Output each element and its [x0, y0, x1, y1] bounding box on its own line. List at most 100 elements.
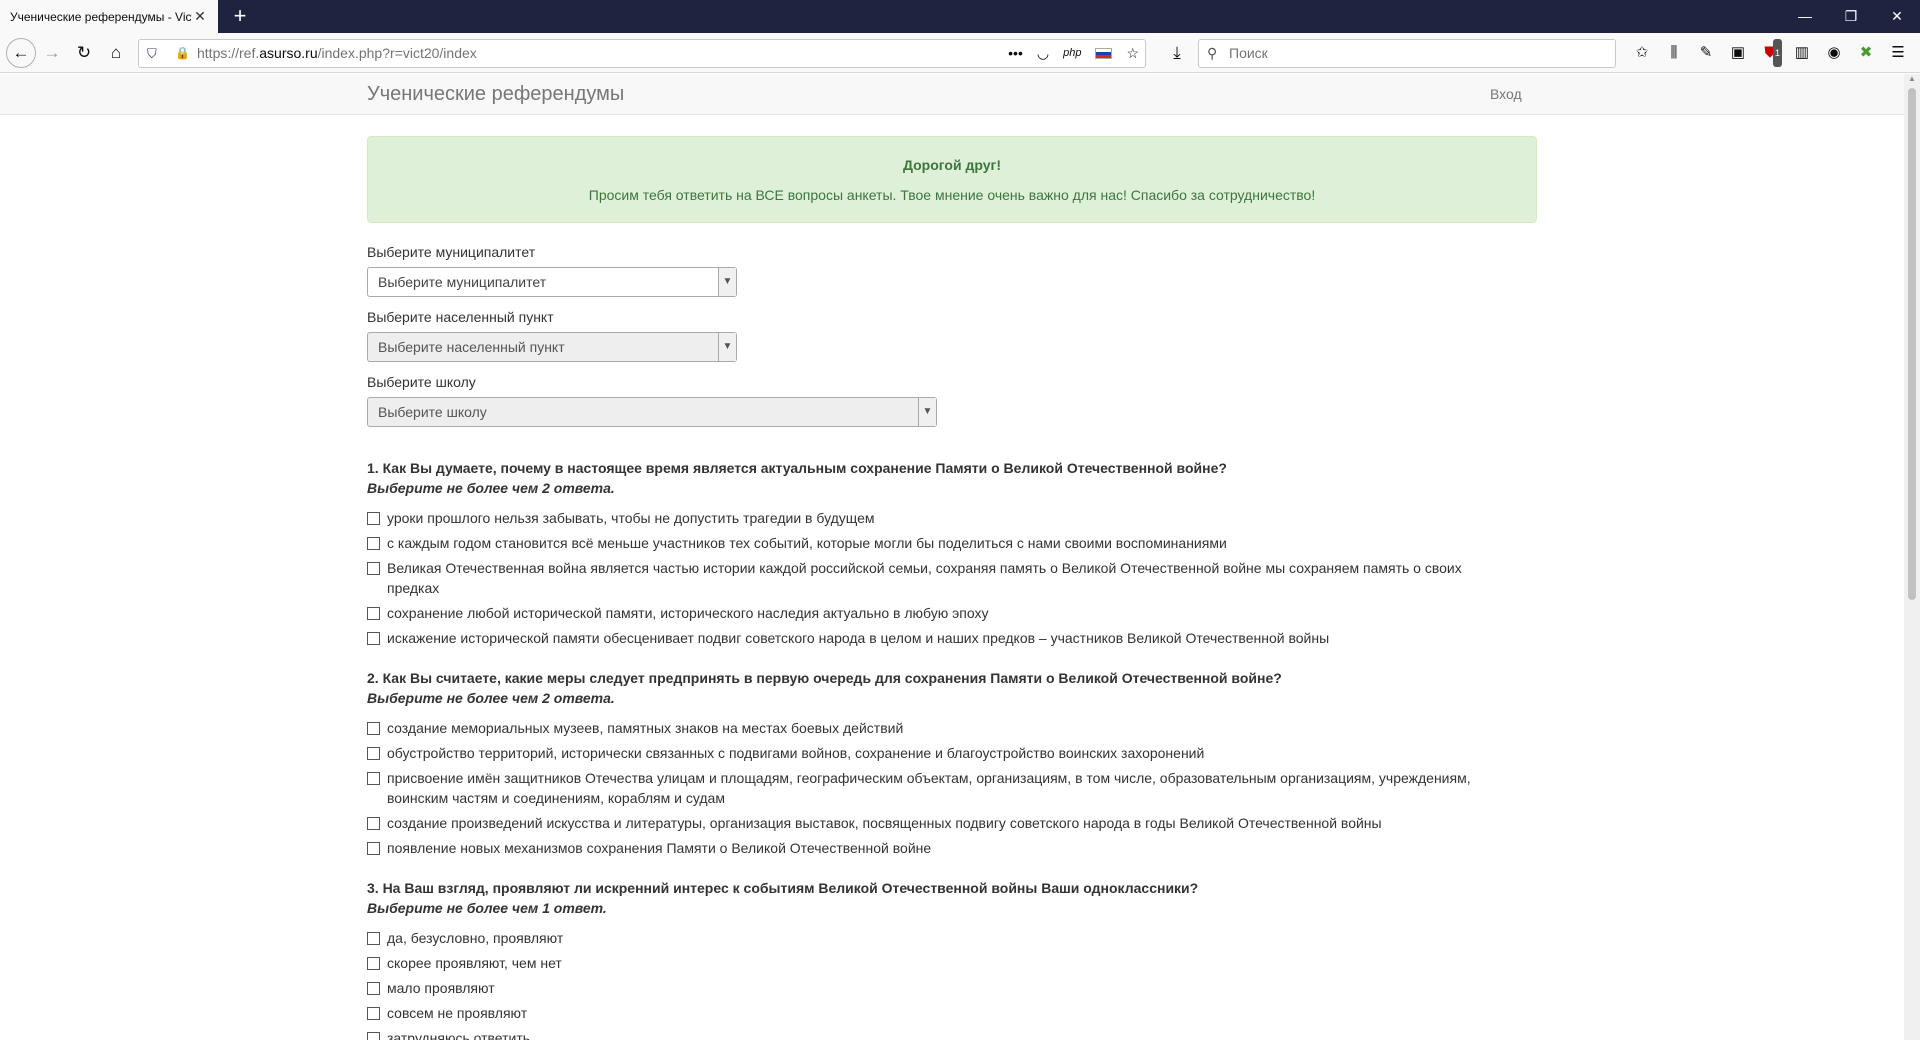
pocket-icon[interactable]: ◡ [1037, 40, 1049, 67]
extension-icon[interactable]: ✖ [1850, 39, 1882, 67]
question-2-hint: Выберите не более чем 2 ответа. [367, 690, 615, 706]
browser-tab[interactable]: Ученические референдумы - Vict ✕ [0, 0, 218, 33]
search-input[interactable]: ⚲ Поиск [1198, 39, 1616, 68]
account-icon[interactable]: ◉ [1818, 39, 1850, 67]
url-bar[interactable]: ⛉ 🔒 https://ref.asurso.ru/index.php?r=vi… [138, 39, 1146, 68]
question-2-option-2[interactable]: обустройство территорий, исторически свя… [367, 743, 1517, 763]
option-label[interactable]: да, безусловно, проявляют [367, 928, 1517, 948]
school-select-value: Выберите школу [378, 404, 487, 420]
question-3-option-4[interactable]: совсем не проявляют [367, 1003, 1517, 1023]
question-3-option-1[interactable]: да, безусловно, проявляют [367, 928, 1517, 948]
municipality-select[interactable]: Выберите муниципалитет ▼ [367, 267, 737, 297]
checkbox[interactable] [367, 1007, 380, 1020]
russia-flag-icon[interactable] [1095, 48, 1113, 59]
login-link[interactable]: Вход [1490, 86, 1522, 102]
chevron-down-icon: ▼ [718, 268, 736, 296]
question-2-option-4[interactable]: создание произведений искусства и литера… [367, 813, 1517, 833]
option-label[interactable]: совсем не проявляют [367, 1003, 1517, 1023]
scrollbar-thumb[interactable] [1908, 88, 1916, 600]
question-3-option-3[interactable]: мало проявляют [367, 978, 1517, 998]
checkbox[interactable] [367, 562, 380, 575]
option-label[interactable]: с каждым годом становится всё меньше уча… [367, 533, 1517, 553]
sidebar-icon[interactable]: ▥ [1786, 39, 1818, 67]
question-2-option-1[interactable]: создание мемориальных музеев, памятных з… [367, 718, 1517, 738]
question-3-option-2[interactable]: скорее проявляют, чем нет [367, 953, 1517, 973]
search-placeholder: Поиск [1229, 45, 1268, 61]
eyedropper-icon[interactable]: ✎ [1690, 39, 1722, 67]
municipality-label: Выберите муниципалитет [367, 244, 536, 260]
minimize-icon[interactable]: — [1782, 0, 1828, 33]
checkbox[interactable] [367, 537, 380, 550]
option-label[interactable]: уроки прошлого нельзя забывать, чтобы не… [367, 508, 1517, 528]
checkbox[interactable] [367, 747, 380, 760]
new-tab-button[interactable]: + [228, 5, 252, 29]
alert-text: Просим тебя ответить на ВСЕ вопросы анке… [588, 187, 1316, 203]
option-label[interactable]: присвоение имён защитников Отечества ули… [367, 768, 1517, 808]
option-label[interactable]: затрудняюсь ответить [367, 1028, 1517, 1040]
question-1-option-3[interactable]: Великая Отечественная война является час… [367, 558, 1517, 598]
option-label[interactable]: сохранение любой исторической памяти, ис… [367, 603, 1517, 623]
checkbox[interactable] [367, 512, 380, 525]
option-label[interactable]: появление новых механизмов сохранения Па… [367, 838, 1517, 858]
checkbox[interactable] [367, 932, 380, 945]
bookmarks-icon[interactable]: ✩ [1626, 39, 1658, 67]
menu-icon[interactable]: ☰ [1882, 39, 1914, 67]
forward-icon[interactable]: → [38, 39, 66, 67]
option-label[interactable]: создание произведений искусства и литера… [367, 813, 1517, 833]
restore-icon[interactable]: ❐ [1828, 0, 1874, 33]
locality-select[interactable]: Выберите населенный пункт ▼ [367, 332, 737, 362]
question-1-hint: Выберите не более чем 2 ответа. [367, 480, 615, 496]
library-icon[interactable]: ⫼ [1658, 39, 1690, 67]
star-icon[interactable]: ☆ [1126, 40, 1139, 67]
question-3-option-5[interactable]: затрудняюсь ответить [367, 1028, 1517, 1040]
back-icon[interactable]: ← [6, 38, 36, 68]
question-1-option-1[interactable]: уроки прошлого нельзя забывать, чтобы не… [367, 508, 1517, 528]
option-label[interactable]: создание мемориальных музеев, памятных з… [367, 718, 1517, 738]
checkbox[interactable] [367, 957, 380, 970]
site-title[interactable]: Ученические референдумы [367, 83, 624, 106]
checkbox[interactable] [367, 607, 380, 620]
locality-label: Выберите населенный пункт [367, 309, 554, 325]
php-icon[interactable]: php [1063, 40, 1081, 67]
checkbox[interactable] [367, 772, 380, 785]
checkbox[interactable] [367, 817, 380, 830]
question-1-option-5[interactable]: искажение исторической памяти обесценива… [367, 628, 1517, 648]
checkbox[interactable] [367, 1032, 380, 1040]
lock-icon[interactable]: 🔒 [175, 40, 190, 67]
page-scrollbar[interactable]: ▲ [1904, 74, 1920, 1040]
info-alert: Дорогой друг! Просим тебя ответить на ВС… [367, 136, 1537, 223]
option-label[interactable]: мало проявляют [367, 978, 1517, 998]
search-icon: ⚲ [1207, 45, 1218, 61]
shield-icon[interactable]: ⛉ [147, 40, 157, 67]
close-tab-icon[interactable]: ✕ [192, 8, 208, 25]
question-3-hint: Выберите не более чем 1 ответ. [367, 900, 607, 916]
reload-icon[interactable]: ↻ [70, 39, 98, 67]
question-3-title: 3. На Ваш взгляд, проявляют ли искренний… [367, 880, 1199, 896]
chevron-down-icon: ▼ [718, 333, 736, 361]
school-select[interactable]: Выберите школу ▼ [367, 397, 937, 427]
option-label[interactable]: искажение исторической памяти обесценива… [367, 628, 1517, 648]
home-icon[interactable]: ⌂ [102, 39, 130, 67]
window-close-icon[interactable]: ✕ [1874, 0, 1920, 33]
url-prefix: https://ref. [197, 45, 260, 61]
option-label[interactable]: скорее проявляют, чем нет [367, 953, 1517, 973]
question-2-option-3[interactable]: присвоение имён защитников Отечества ули… [367, 768, 1517, 808]
question-1-option-2[interactable]: с каждым годом становится всё меньше уча… [367, 533, 1517, 553]
option-label[interactable]: обустройство территорий, исторически свя… [367, 743, 1517, 763]
question-2-option-5[interactable]: появление новых механизмов сохранения Па… [367, 838, 1517, 858]
download-icon[interactable]: ⤓ [1163, 39, 1191, 67]
checkbox[interactable] [367, 842, 380, 855]
checkbox[interactable] [367, 632, 380, 645]
question-1-option-4[interactable]: сохранение любой исторической памяти, ис… [367, 603, 1517, 623]
url-text[interactable]: https://ref.asurso.ru/index.php?r=vict20… [197, 40, 477, 67]
screenshot-icon[interactable]: ▣ [1722, 39, 1754, 67]
question-1-title: 1. Как Вы думаете, почему в настоящее вр… [367, 460, 1227, 476]
more-icon[interactable]: ••• [1008, 40, 1023, 67]
option-label[interactable]: Великая Отечественная война является час… [367, 558, 1517, 598]
checkbox[interactable] [367, 982, 380, 995]
checkbox[interactable] [367, 722, 380, 735]
url-path: /index.php?r=vict20/index [317, 45, 477, 61]
ublock-icon[interactable]: ⛊ 1 [1754, 39, 1786, 67]
ublock-badge: 1 [1772, 39, 1782, 67]
scroll-up-icon[interactable]: ▲ [1904, 74, 1920, 88]
